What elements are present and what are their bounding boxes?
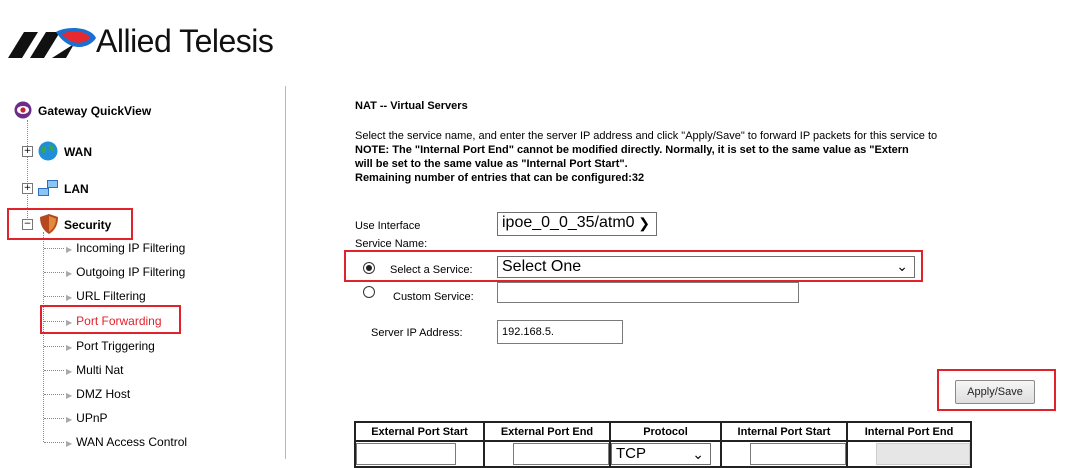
use-interface-select[interactable]: ipoe_0_0_35/atm0 ❯ — [497, 212, 657, 236]
col-internal-port-end: Internal Port End — [846, 421, 972, 442]
external-port-start-input[interactable] — [356, 443, 456, 465]
allied-telesis-logo: Allied Telesis — [4, 18, 304, 66]
sidebar-item-lan[interactable]: + LAN — [22, 179, 142, 199]
page-description: Select the service name, and enter the s… — [355, 130, 938, 142]
cell-protocol: TCP ⌄ — [609, 440, 722, 468]
remaining-entries: Remaining number of entries that can be … — [355, 172, 645, 184]
select-service-highlight — [344, 250, 923, 282]
expand-icon[interactable]: + — [22, 146, 33, 157]
sidebar-item-url-filtering[interactable]: ▶ URL Filtering — [44, 289, 146, 303]
custom-service-label: Custom Service: — [393, 291, 474, 303]
internal-port-end-input — [876, 443, 970, 465]
col-protocol: Protocol — [609, 421, 722, 442]
brand-name: Allied Telesis — [96, 23, 274, 59]
globe-icon — [38, 141, 58, 161]
server-ip-label: Server IP Address: — [371, 327, 463, 339]
sidebar-item-upnp[interactable]: ▶ UPnP — [44, 411, 108, 425]
apply-save-highlight — [937, 369, 1056, 411]
security-highlight — [7, 208, 133, 240]
lan-label: LAN — [64, 182, 89, 196]
wan-label: WAN — [64, 145, 92, 159]
eye-icon — [14, 101, 32, 119]
service-name-label: Service Name: — [355, 238, 428, 247]
sidebar-item-outgoing-ip-filtering[interactable]: ▶ Outgoing IP Filtering — [44, 265, 185, 279]
col-external-port-end: External Port End — [483, 421, 611, 442]
use-interface-label: Use Interface — [355, 220, 421, 232]
cell-internal-end — [846, 440, 972, 468]
server-ip-input[interactable]: 192.168.5. — [497, 320, 623, 344]
chevron-down-icon: ❯ — [638, 215, 650, 231]
port-forwarding-highlight — [40, 305, 181, 334]
table-row: TCP ⌄ — [354, 440, 972, 468]
sidebar-item-wan-access-control[interactable]: ▶ WAN Access Control — [44, 435, 187, 449]
expand-icon[interactable]: + — [22, 183, 33, 194]
sidebar-divider — [285, 86, 286, 459]
chevron-down-icon: ⌄ — [692, 446, 704, 462]
note-line-1: NOTE: The "Internal Port End" cannot be … — [355, 144, 909, 156]
cell-external-end — [483, 440, 611, 468]
page-title: NAT -- Virtual Servers — [355, 100, 468, 112]
sidebar-item-multi-nat[interactable]: ▶ Multi Nat — [44, 363, 124, 377]
external-port-end-input[interactable] — [513, 443, 609, 465]
custom-service-input[interactable] — [497, 282, 799, 303]
sidebar-item-port-triggering[interactable]: ▶ Port Triggering — [44, 339, 155, 353]
cell-external-start — [354, 440, 485, 468]
cell-internal-start — [720, 440, 848, 468]
logo-mark-icon — [8, 28, 96, 58]
sidebar-item-dmz-host[interactable]: ▶ DMZ Host — [44, 387, 130, 401]
table-header-row: External Port Start External Port End Pr… — [354, 421, 972, 442]
col-internal-port-start: Internal Port Start — [720, 421, 848, 442]
sidebar-item-wan[interactable]: + WAN — [22, 141, 142, 162]
gateway-quickview-label: Gateway QuickView — [38, 104, 152, 118]
internal-port-start-input[interactable] — [750, 443, 846, 465]
network-icon — [38, 180, 58, 196]
port-mapping-table: External Port Start External Port End Pr… — [354, 421, 972, 468]
custom-service-radio[interactable] — [363, 286, 375, 298]
note-line-2: will be set to the same value as "Intern… — [355, 158, 628, 170]
sidebar-item-incoming-ip-filtering[interactable]: ▶ Incoming IP Filtering — [44, 241, 185, 255]
col-external-port-start: External Port Start — [354, 421, 485, 442]
protocol-select[interactable]: TCP ⌄ — [611, 443, 711, 465]
